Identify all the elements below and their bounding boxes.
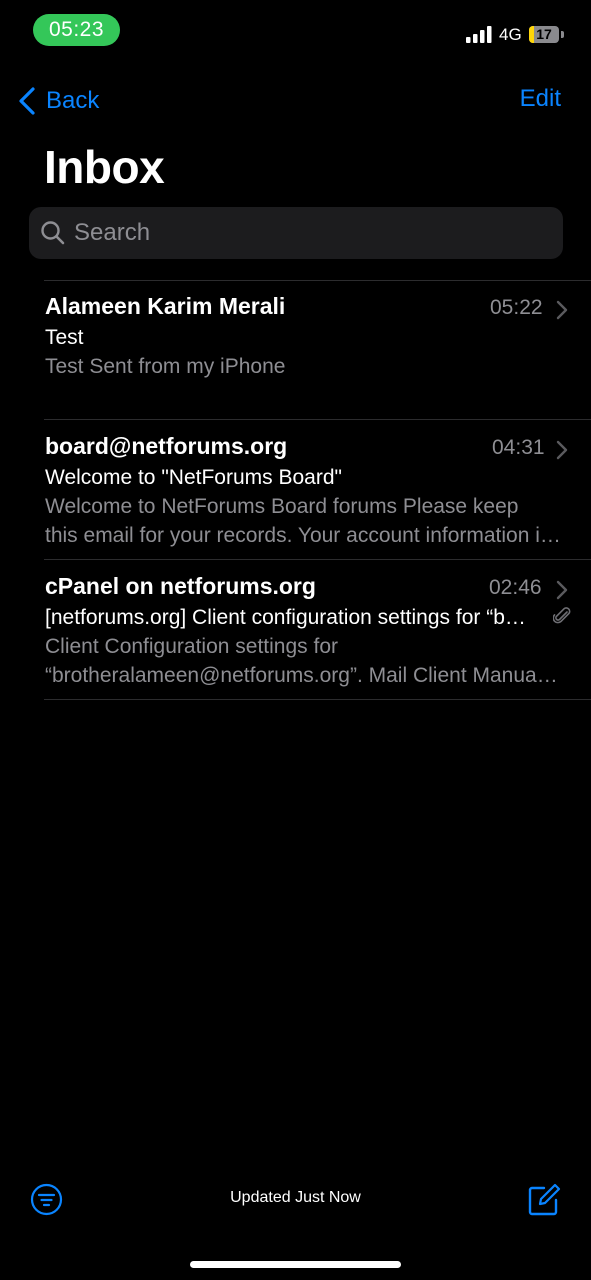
edit-button[interactable]: Edit: [520, 85, 561, 113]
message-subject: Welcome to "NetForums Board": [45, 466, 342, 489]
mailbox-status: Updated Just Now: [230, 1189, 361, 1206]
preview-line: Client Configuration settings for: [45, 635, 338, 658]
battery-icon: 17: [529, 26, 559, 43]
paperclip-icon: [553, 607, 571, 624]
message-sender: cPanel on netforums.org: [45, 573, 316, 599]
message-sender: Alameen Karim Merali: [45, 293, 286, 319]
chevron-right-icon: [556, 440, 568, 460]
chevron-right-icon: [556, 580, 568, 600]
back-button[interactable]: Back: [18, 84, 99, 118]
message-preview: Client Configuration settings for “broth…: [45, 632, 561, 690]
search-input[interactable]: [74, 219, 534, 247]
preview-line: this email for your records. Your accoun…: [45, 524, 561, 547]
message-row[interactable]: Alameen Karim Merali 05:22 Test Test Sen…: [0, 281, 591, 419]
battery-tip: [561, 31, 564, 38]
signal-icon: [466, 26, 492, 43]
message-row[interactable]: cPanel on netforums.org 02:46 [netforums…: [0, 560, 591, 699]
search-icon: [41, 221, 65, 245]
chevron-left-icon: [19, 87, 35, 115]
chevron-right-icon: [556, 300, 568, 320]
compose-icon[interactable]: [527, 1183, 561, 1217]
battery-level-text: 17: [536, 26, 552, 42]
preview-line: Test Sent from my iPhone: [45, 355, 286, 378]
message-preview: Test Sent from my iPhone: [45, 352, 561, 381]
message-subject: Test: [45, 326, 84, 349]
page-title: Inbox: [44, 141, 165, 193]
message-subject: [netforums.org] Client configuration set…: [45, 606, 531, 629]
status-time: 05:23: [33, 14, 120, 46]
message-row[interactable]: board@netforums.org 04:31 Welcome to "Ne…: [0, 420, 591, 559]
preview-line: Welcome to NetForums Board forums Please…: [45, 495, 519, 518]
message-time: 02:46: [489, 576, 542, 599]
search-bar[interactable]: [29, 207, 563, 259]
preview-line: “brotheralameen@netforums.org”. Mail Cli…: [45, 664, 561, 687]
message-preview: Welcome to NetForums Board forums Please…: [45, 492, 561, 550]
home-indicator[interactable]: [190, 1261, 401, 1268]
message-time: 05:22: [490, 296, 543, 319]
message-sender: board@netforums.org: [45, 433, 288, 459]
list-divider: [44, 699, 591, 700]
message-time: 04:31: [492, 436, 545, 459]
network-type: 4G: [499, 25, 522, 44]
back-label: Back: [46, 87, 100, 114]
